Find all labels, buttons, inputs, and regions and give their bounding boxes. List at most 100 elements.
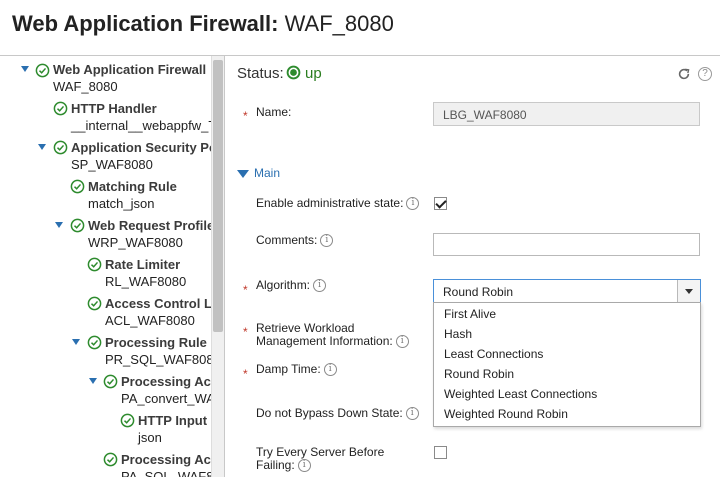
comments-label: Comments: i [256, 233, 334, 248]
tree-item-sublabel: SP_WAF8080 [71, 157, 153, 172]
chevron-down-icon[interactable] [677, 280, 700, 302]
comments-input[interactable] [433, 233, 700, 256]
tree-item-label: HTTP Handler [71, 101, 157, 116]
tree-item-sublabel: RL_WAF8080 [105, 274, 187, 289]
check-circle-icon [103, 452, 118, 467]
info-icon[interactable]: i [406, 197, 420, 211]
tree-item-application-security-policy[interactable]: Application Security Po [71, 140, 211, 155]
algorithm-dropdown-list: First Alive Hash Least Connections Round… [433, 302, 701, 427]
expand-chevron-down-icon[interactable] [21, 66, 29, 72]
tree-item-sublabel: json [138, 430, 162, 445]
try-every-server-label-2: Failing: i [256, 458, 311, 473]
tree-item-label: HTTP Input [138, 413, 208, 428]
retrieve-workload-text: Management Information: [256, 334, 393, 348]
tree-item-label: Application Security Po [71, 140, 211, 155]
help-icon[interactable]: ? [698, 67, 712, 81]
status-value: up [305, 65, 322, 82]
tree-item-sublabel: WRP_WAF8080 [88, 235, 183, 250]
check-circle-icon [87, 296, 102, 311]
try-every-server-checkbox[interactable] [434, 446, 447, 459]
bypass-down-state-text: Do not Bypass Down State: [256, 406, 403, 420]
required-marker: * [243, 109, 248, 123]
tree-item-access-control-list[interactable]: Access Control L [105, 296, 211, 311]
tree-item-processing-action[interactable]: Processing Ac [121, 374, 211, 389]
algorithm-option[interactable]: Weighted Round Robin [434, 404, 700, 424]
algorithm-selected-value: Round Robin [443, 285, 514, 299]
retrieve-workload-label-2: Management Information: i [256, 334, 409, 349]
tree-item-http-input[interactable]: HTTP Input [138, 413, 207, 428]
tree-item-processing-rule[interactable]: Processing Rule [105, 335, 207, 350]
bypass-down-state-label: Do not Bypass Down State: i [256, 406, 419, 421]
damp-time-text: Damp Time: [256, 362, 321, 376]
refresh-icon[interactable] [677, 67, 691, 81]
enable-admin-state-text: Enable administrative state: [256, 196, 404, 210]
name-label: Name: [256, 105, 292, 119]
section-main-toggle[interactable]: Main [237, 166, 280, 180]
tree-item-rate-limiter[interactable]: Rate Limiter [105, 257, 180, 272]
check-circle-icon [103, 374, 118, 389]
comments-text: Comments: [256, 233, 318, 247]
check-circle-icon [70, 179, 85, 194]
tree-item-label: Access Control L [105, 296, 211, 311]
status-label: Status: [237, 65, 284, 82]
name-field: LBG_WAF8080 [433, 102, 700, 126]
check-circle-icon [53, 101, 68, 116]
algorithm-option[interactable]: First Alive [434, 304, 700, 324]
expand-chevron-down-icon[interactable] [72, 339, 80, 345]
required-marker: * [243, 367, 248, 381]
page-title-prefix: Web Application Firewall: [12, 11, 279, 36]
check-circle-icon [70, 218, 85, 233]
tree-item-label: Processing Rule [105, 335, 207, 350]
algorithm-text: Algorithm: [256, 278, 311, 292]
info-icon[interactable]: i [320, 234, 334, 248]
tree-item-sublabel: match_json [88, 196, 155, 211]
tree-item-web-application-firewall[interactable]: Web Application Firewall [53, 62, 206, 77]
tree-scrollbar-thumb[interactable] [213, 60, 223, 332]
section-main-label: Main [254, 166, 281, 180]
check-circle-icon [53, 140, 68, 155]
algorithm-label: Algorithm: i [256, 278, 327, 293]
info-icon[interactable]: i [405, 407, 419, 421]
tree-item-sublabel: WAF_8080 [53, 79, 118, 94]
page-title: Web Application Firewall: WAF_8080 [12, 11, 394, 37]
enable-admin-state-checkbox[interactable] [434, 197, 447, 210]
expand-chevron-down-icon[interactable] [38, 144, 46, 150]
chevron-down-icon [237, 169, 249, 178]
tree-item-sublabel: PA_SQL_WAF8 [121, 469, 211, 477]
try-every-server-text: Failing: [256, 458, 295, 472]
algorithm-option[interactable]: Least Connections [434, 344, 700, 364]
required-marker: * [243, 283, 248, 297]
check-circle-icon [87, 335, 102, 350]
tree-item-label: Web Request Profile [88, 218, 211, 233]
enable-admin-state-label: Enable administrative state: i [256, 196, 420, 211]
object-tree: Web Application Firewall WAF_8080 HTTP H… [0, 56, 211, 477]
required-marker: * [243, 325, 248, 339]
info-icon[interactable]: i [297, 459, 311, 473]
tree-item-label: Rate Limiter [105, 257, 181, 272]
tree-item-http-handler[interactable]: HTTP Handler [71, 101, 157, 116]
tree-item-sublabel: PR_SQL_WAF808( [105, 352, 211, 367]
tree-item-label: Processing Ac [121, 374, 211, 389]
tree-item-label: Web Application Firewall [53, 62, 207, 77]
expand-chevron-down-icon[interactable] [55, 222, 63, 228]
expand-chevron-down-icon[interactable] [89, 378, 97, 384]
algorithm-option[interactable]: Round Robin [434, 364, 700, 384]
check-circle-icon [87, 257, 102, 272]
page-title-object: WAF_8080 [278, 11, 394, 36]
check-circle-icon [35, 63, 50, 78]
tree-item-matching-rule[interactable]: Matching Rule [88, 179, 177, 194]
pane-divider [224, 56, 225, 477]
algorithm-option[interactable]: Weighted Least Connections [434, 384, 700, 404]
algorithm-option[interactable]: Hash [434, 324, 700, 344]
tree-item-sublabel: __internal__webappfw_T [71, 118, 211, 133]
damp-time-label: Damp Time: i [256, 362, 337, 377]
tree-item-processing-action-sql[interactable]: Processing Ac [121, 452, 211, 467]
info-icon[interactable]: i [313, 279, 327, 293]
tree-item-web-request-profile[interactable]: Web Request Profile [88, 218, 211, 233]
tree-scrollbar[interactable] [211, 56, 224, 477]
info-icon[interactable]: i [323, 363, 337, 377]
tree-item-sublabel: PA_convert_WA [121, 391, 211, 406]
tree-item-label: Processing Ac [121, 452, 211, 467]
info-icon[interactable]: i [395, 335, 409, 349]
algorithm-select[interactable]: Round Robin [433, 279, 701, 303]
